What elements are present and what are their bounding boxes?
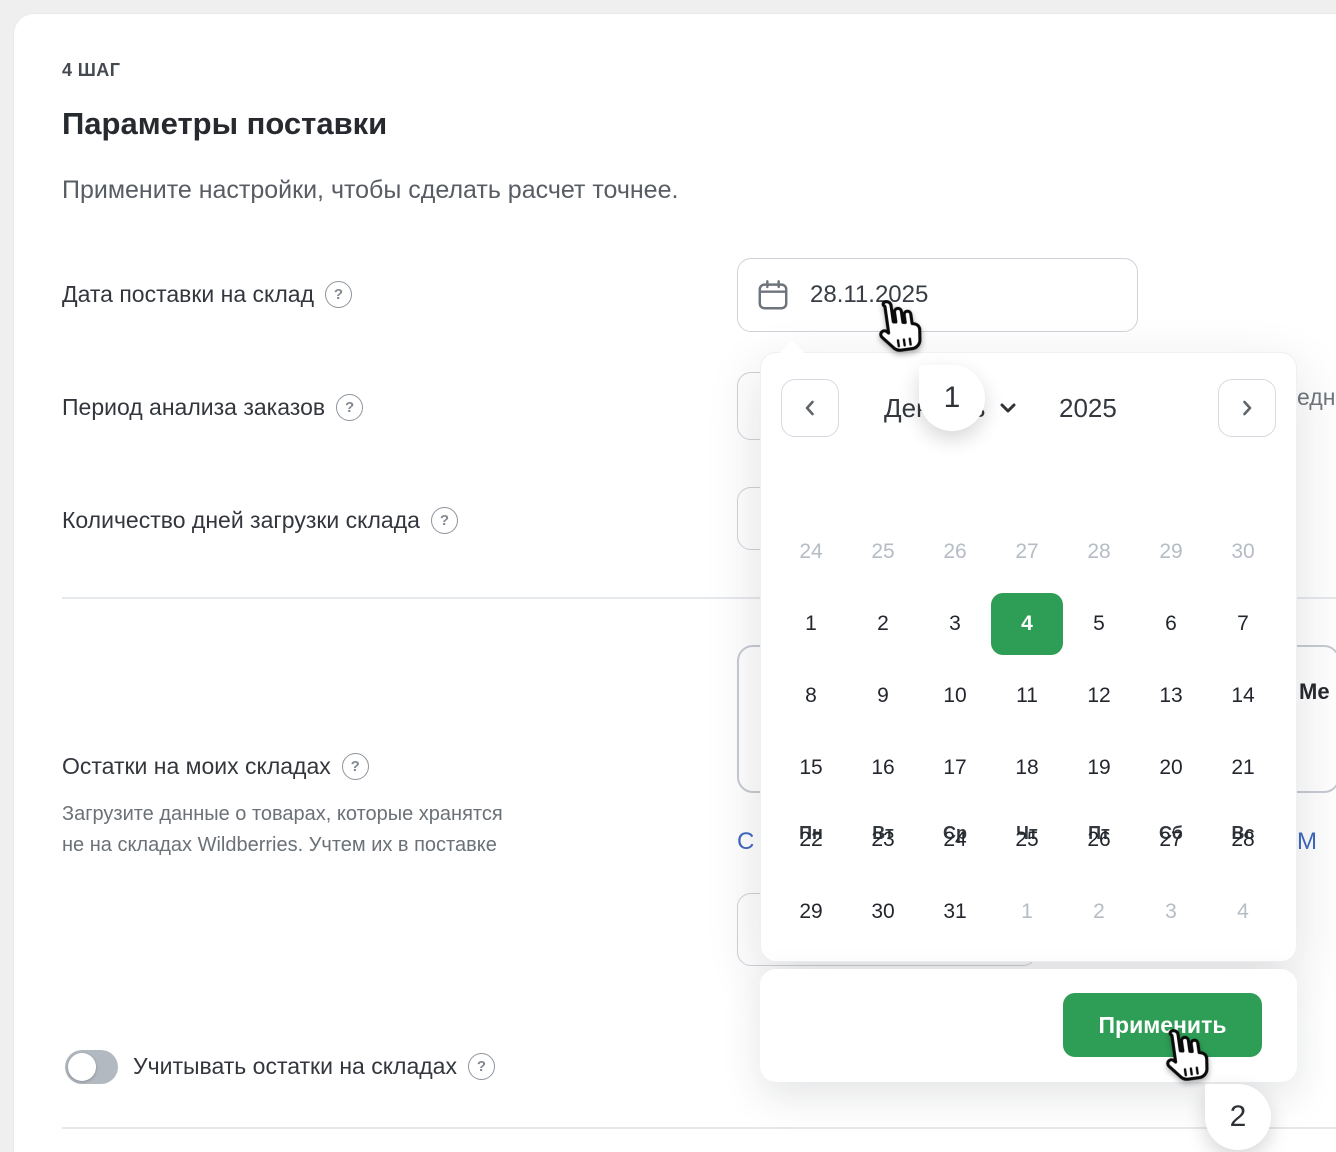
calendar-day[interactable]: 12: [1063, 660, 1135, 732]
calendar-day[interactable]: 3: [1135, 876, 1207, 948]
calendar-day[interactable]: 30: [847, 876, 919, 948]
chevron-right-icon: [1237, 398, 1257, 418]
calendar-day[interactable]: 14: [1207, 660, 1279, 732]
hand-pointer-icon: [864, 293, 929, 367]
calendar-day[interactable]: 5: [1063, 588, 1135, 660]
delivery-date-label: Дата поставки на склад: [62, 281, 314, 308]
calendar-day[interactable]: 28: [1063, 516, 1135, 588]
help-icon[interactable]: ?: [342, 753, 369, 780]
calendar-day[interactable]: 25: [991, 804, 1063, 876]
calendar-day[interactable]: 18: [991, 732, 1063, 804]
stocks-description: Загрузите данные о товарах, которые хран…: [62, 799, 503, 861]
calendar-day[interactable]: 16: [847, 732, 919, 804]
prev-month-button[interactable]: [781, 379, 839, 437]
bottom-divider: [62, 1127, 1336, 1129]
calendar-day[interactable]: 2: [1063, 876, 1135, 948]
calendar-day[interactable]: 4: [1207, 876, 1279, 948]
loading-days-label-row: Количество дней загрузки склада ?: [62, 507, 458, 534]
calendar-day[interactable]: 26: [919, 516, 991, 588]
calendar-day[interactable]: 10: [919, 660, 991, 732]
calendar-day[interactable]: 30: [1207, 516, 1279, 588]
stocks-label: Остатки на моих складах: [62, 753, 331, 780]
template-link-fragment[interactable]: С: [737, 828, 754, 856]
calendar-day[interactable]: 23: [847, 804, 919, 876]
page-subtitle: Примените настройки, чтобы сделать расче…: [62, 176, 678, 205]
page: { "step_label": "4 ШАГ", "title": "Парам…: [0, 0, 1336, 1152]
stocks-description-line1: Загрузите данные о товарах, которые хран…: [62, 799, 503, 830]
toggle-label-row: Учитывать остатки на складах ?: [133, 1053, 495, 1080]
help-icon[interactable]: ?: [468, 1053, 495, 1080]
calendar-day[interactable]: 27: [991, 516, 1063, 588]
calendar-day[interactable]: 2: [847, 588, 919, 660]
help-icon[interactable]: ?: [325, 281, 352, 308]
calendar-day[interactable]: 15: [775, 732, 847, 804]
calendar-day[interactable]: 19: [1063, 732, 1135, 804]
onboarding-badge-1: 1: [919, 365, 985, 431]
calendar-day[interactable]: 31: [919, 876, 991, 948]
calendar-day[interactable]: 13: [1135, 660, 1207, 732]
upload-text-fragment: Ме: [1299, 679, 1330, 705]
calendar-day[interactable]: 29: [775, 876, 847, 948]
analysis-period-label: Период анализа заказов: [62, 394, 325, 421]
date-picker-footer: Применить: [760, 969, 1297, 1082]
calendar-day[interactable]: 24: [775, 516, 847, 588]
calendar-day[interactable]: 7: [1207, 588, 1279, 660]
calendar-day[interactable]: 9: [847, 660, 919, 732]
stocks-label-row: Остатки на моих складах ?: [62, 753, 369, 780]
stocks-description-line2: не на складах Wildberries. Учтем их в по…: [62, 830, 503, 861]
calendar-icon: [756, 278, 790, 312]
help-icon[interactable]: ?: [336, 394, 363, 421]
page-title: Параметры поставки: [62, 106, 387, 142]
toggle-knob: [68, 1053, 96, 1081]
calendar-day[interactable]: 11: [991, 660, 1063, 732]
loading-days-label: Количество дней загрузки склада: [62, 507, 420, 534]
calendar-day[interactable]: 26: [1063, 804, 1135, 876]
calendar-day[interactable]: 20: [1135, 732, 1207, 804]
calendar-day[interactable]: 22: [775, 804, 847, 876]
chevron-down-icon: [997, 397, 1019, 419]
date-picker-popup: Декабрь 2025 ПнВтСрЧтПтСбВс 242526272829…: [760, 352, 1297, 962]
calendar-day[interactable]: 29: [1135, 516, 1207, 588]
calendar-grid: 2425262728293012345678910111213141516171…: [775, 516, 1279, 948]
onboarding-badge-2: 2: [1205, 1084, 1271, 1150]
toggle-label: Учитывать остатки на складах: [133, 1053, 457, 1080]
calendar-day[interactable]: 1: [991, 876, 1063, 948]
calendar-day[interactable]: 28: [1207, 804, 1279, 876]
calendar-day[interactable]: 24: [919, 804, 991, 876]
help-icon[interactable]: ?: [431, 507, 458, 534]
year-label: 2025: [1059, 379, 1117, 437]
calendar-day[interactable]: 8: [775, 660, 847, 732]
calendar-day[interactable]: 6: [1135, 588, 1207, 660]
period-hint-fragment: едн: [1297, 384, 1335, 411]
chevron-left-icon: [800, 398, 820, 418]
upload-link-fragment[interactable]: М: [1297, 828, 1317, 856]
calendar-day[interactable]: 25: [847, 516, 919, 588]
hand-pointer-icon: [1151, 1022, 1216, 1096]
analysis-period-label-row: Период анализа заказов ?: [62, 394, 363, 421]
next-month-button[interactable]: [1218, 379, 1276, 437]
calendar-day[interactable]: 3: [919, 588, 991, 660]
calendar-day[interactable]: 17: [919, 732, 991, 804]
calendar-day[interactable]: 1: [775, 588, 847, 660]
calendar-day[interactable]: 27: [1135, 804, 1207, 876]
step-label: 4 ШАГ: [62, 60, 120, 81]
calendar-day[interactable]: 21: [1207, 732, 1279, 804]
delivery-date-label-row: Дата поставки на склад ?: [62, 281, 352, 308]
stock-toggle[interactable]: [65, 1050, 118, 1084]
delivery-date-input[interactable]: 28.11.2025: [737, 258, 1138, 332]
calendar-day-selected[interactable]: 4: [991, 593, 1063, 655]
